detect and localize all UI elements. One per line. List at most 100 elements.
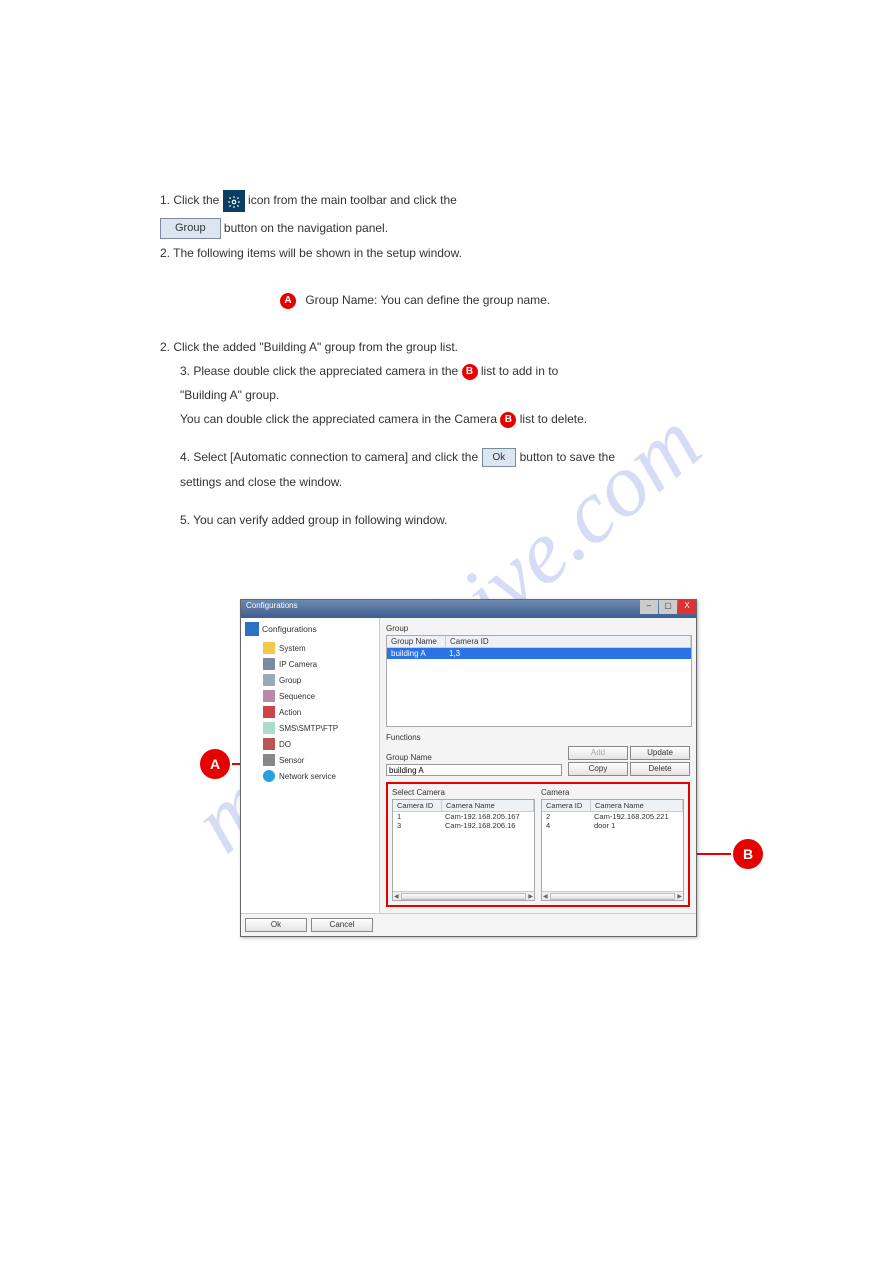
ok-button[interactable]: Ok xyxy=(245,918,307,932)
window-minimize-button[interactable]: – xyxy=(640,600,658,614)
tree-item-sms[interactable]: SMS\SMTP\FTP xyxy=(245,720,375,736)
cell: 1 xyxy=(393,812,441,821)
step3-post: list to add in to xyxy=(481,364,558,378)
callout-a-icon: A xyxy=(280,293,296,309)
step3-pre: 3. Please double click the appreciated c… xyxy=(180,364,462,378)
config-root-icon xyxy=(245,622,259,636)
camera-label: Camera xyxy=(541,788,684,797)
do-icon xyxy=(263,738,275,750)
horizontal-scrollbar[interactable]: ◀▶ xyxy=(542,891,683,900)
tree-label: IP Camera xyxy=(279,660,317,669)
window-maximize-button[interactable]: ▢ xyxy=(659,600,677,614)
select-camera-panel: Select Camera Camera ID Camera Name 1 Ca… xyxy=(392,788,535,901)
add-button[interactable]: Add xyxy=(568,746,628,760)
step-num-4b: settings and close the window. xyxy=(160,473,753,491)
step1-post: icon from the main toolbar and click the xyxy=(248,193,457,207)
step-num-3b: "Building A" group. xyxy=(160,386,753,404)
tree-label: Sequence xyxy=(279,692,315,701)
step-num-3c: You can double click the appreciated cam… xyxy=(160,410,753,428)
mail-icon xyxy=(263,722,275,734)
copy-button[interactable]: Copy xyxy=(568,762,628,776)
settings-gear-icon xyxy=(223,190,245,212)
step1-pre: 1. Click the xyxy=(160,193,223,207)
camera-row[interactable]: 3 Cam-192.168.206.16 xyxy=(393,821,534,830)
cell: 4 xyxy=(542,821,590,830)
step3c-post: list to delete. xyxy=(520,412,587,426)
tree-item-sensor[interactable]: Sensor xyxy=(245,752,375,768)
horizontal-scrollbar[interactable]: ◀▶ xyxy=(393,891,534,900)
functions-area: Functions Group Name Add Update Copy Del… xyxy=(386,733,690,776)
group-header: Group Name Camera ID xyxy=(387,636,691,648)
callout-a-figure-icon: A xyxy=(200,749,230,779)
tree-root[interactable]: Configurations xyxy=(245,622,375,636)
group-table[interactable]: Group Name Camera ID building A 1,3 xyxy=(386,635,692,727)
action-icon xyxy=(263,706,275,718)
system-icon xyxy=(263,642,275,654)
col-camera-id: Camera ID xyxy=(446,636,691,647)
cell: 2 xyxy=(542,812,590,821)
col-camera-id: Camera ID xyxy=(542,800,591,811)
step1b-text: button on the navigation panel. xyxy=(224,221,388,235)
tree-item-system[interactable]: System xyxy=(245,640,375,656)
select-camera-label: Select Camera xyxy=(392,788,535,797)
group-row-selected[interactable]: building A 1,3 xyxy=(387,648,691,659)
group-row-cid: 1,3 xyxy=(445,648,691,659)
group-button-inline: Group xyxy=(160,218,221,239)
cell: Cam-192.168.205.221 xyxy=(590,812,683,821)
tree-item-ipcamera[interactable]: IP Camera xyxy=(245,656,375,672)
step-2: 2. The following items will be shown in … xyxy=(160,245,753,262)
col-camera-name: Camera Name xyxy=(591,800,683,811)
camera-row[interactable]: 2 Cam-192.168.205.221 xyxy=(542,812,683,821)
callout-b-inline-icon: B xyxy=(462,364,478,380)
tree-label: Group xyxy=(279,676,301,685)
group-name-label: Group Name xyxy=(386,753,562,762)
col-camera-id: Camera ID xyxy=(393,800,442,811)
tree-item-network[interactable]: Network service xyxy=(245,768,375,784)
tree-item-sequence[interactable]: Sequence xyxy=(245,688,375,704)
sensor-icon xyxy=(263,754,275,766)
cell: Cam-192.168.206.16 xyxy=(441,821,534,830)
camera-panels: Select Camera Camera ID Camera Name 1 Ca… xyxy=(386,782,690,907)
group-icon xyxy=(263,674,275,686)
window-titlebar: Configurations – ▢ X xyxy=(241,600,696,618)
callout-a-row: A Group Name: You can define the group n… xyxy=(160,292,753,309)
col-camera-name: Camera Name xyxy=(442,800,534,811)
functions-label: Functions xyxy=(386,733,690,742)
camera-row[interactable]: 1 Cam-192.168.205.167 xyxy=(393,812,534,821)
window-body: Configurations System IP Camera Group Se… xyxy=(241,618,696,913)
step4-post: button to save the xyxy=(520,450,615,464)
update-button[interactable]: Update xyxy=(630,746,690,760)
cell: 3 xyxy=(393,821,441,830)
cancel-button[interactable]: Cancel xyxy=(311,918,373,932)
tree-item-action[interactable]: Action xyxy=(245,704,375,720)
camera-icon xyxy=(263,658,275,670)
config-main: Group Group Name Camera ID building A 1,… xyxy=(380,618,696,913)
tree-label: Sensor xyxy=(279,756,304,765)
group-row-name: building A xyxy=(387,648,445,659)
tree-label: Action xyxy=(279,708,301,717)
camera-row[interactable]: 4 door 1 xyxy=(542,821,683,830)
function-buttons: Add Update Copy Delete xyxy=(568,746,690,776)
window-close-button[interactable]: X xyxy=(678,600,696,614)
step-num-2-pre: 2. Click the added "Building A" group fr… xyxy=(160,340,458,354)
step3c-pre: You can double click the appreciated cam… xyxy=(180,412,500,426)
group-name-input[interactable] xyxy=(386,764,562,776)
tree-label: Network service xyxy=(279,772,336,781)
step-num-3: 3. Please double click the appreciated c… xyxy=(160,362,753,380)
ok-button-inline: Ok xyxy=(482,448,517,467)
delete-button[interactable]: Delete xyxy=(630,762,690,776)
tree-label: System xyxy=(279,644,306,653)
select-camera-list[interactable]: Camera ID Camera Name 1 Cam-192.168.205.… xyxy=(392,799,535,901)
group-section-label: Group xyxy=(386,624,690,633)
tree-item-do[interactable]: DO xyxy=(245,736,375,752)
tree-root-label: Configurations xyxy=(262,624,317,634)
cell: door 1 xyxy=(590,821,683,830)
step-num-2: 2. Click the added "Building A" group fr… xyxy=(160,339,753,356)
camera-list[interactable]: Camera ID Camera Name 2 Cam-192.168.205.… xyxy=(541,799,684,901)
config-window: Configurations – ▢ X Configurations Syst… xyxy=(240,599,697,937)
window-title: Configurations xyxy=(246,601,298,610)
camera-panel: Camera Camera ID Camera Name 2 Cam-192.1… xyxy=(541,788,684,901)
callout-a-text: Group Name: You can define the group nam… xyxy=(305,293,550,307)
tree-item-group[interactable]: Group xyxy=(245,672,375,688)
callout-b-figure-icon: B xyxy=(733,839,763,869)
